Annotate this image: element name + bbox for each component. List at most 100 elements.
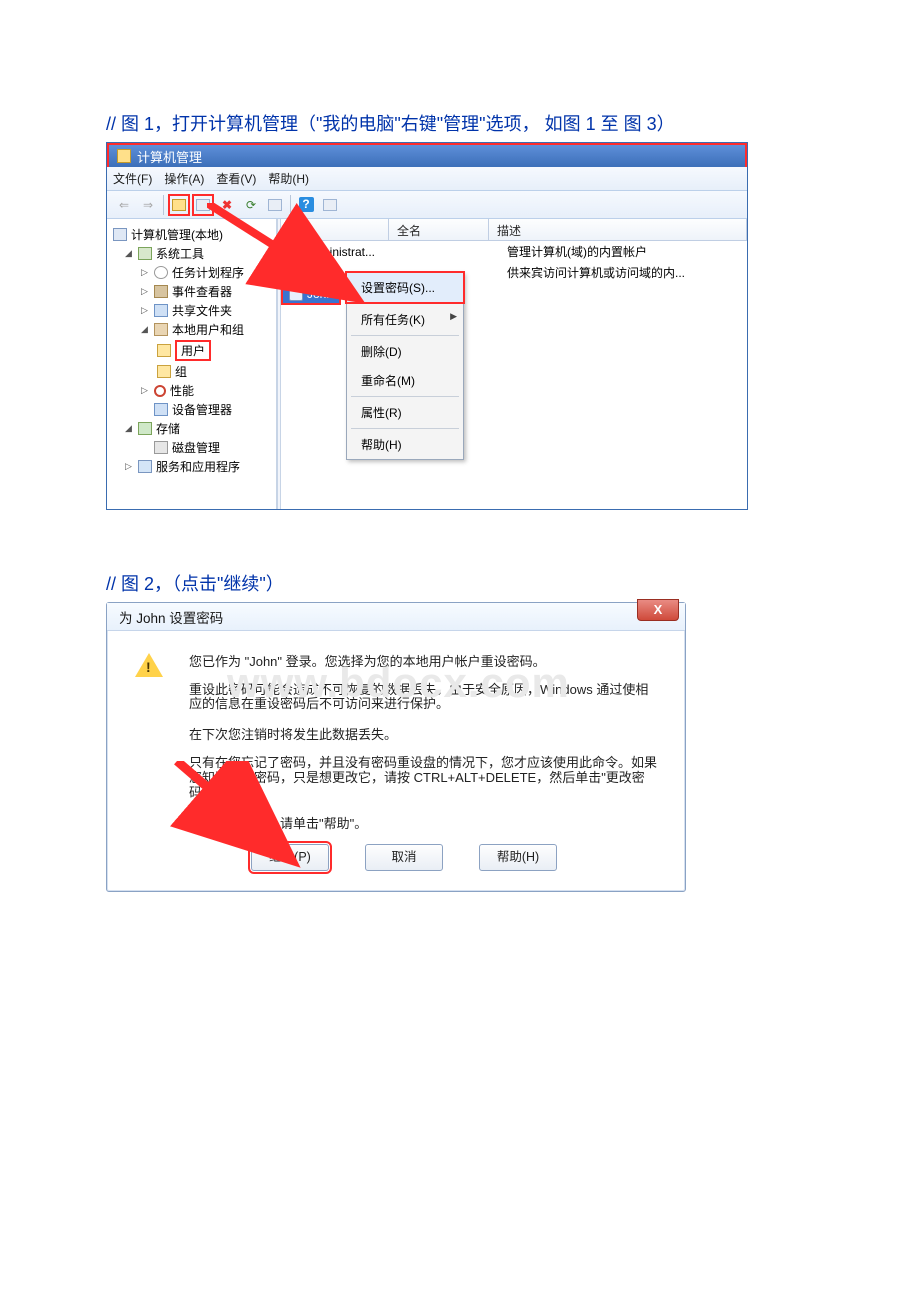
set-password-dialog: 为 John 设置密码 X www.bdocx.com 您已作为 "John" …	[106, 602, 686, 892]
header-name[interactable]: 名称	[281, 219, 389, 240]
tree-label: 系统工具	[156, 245, 204, 262]
tree-root[interactable]: 计算机管理(本地)	[111, 225, 272, 244]
device-mgr-icon	[154, 403, 168, 416]
properties-button[interactable]	[192, 194, 214, 216]
refresh-button[interactable]: ⟳	[240, 194, 262, 216]
user-icon	[287, 245, 301, 259]
tree-services-apps[interactable]: ▷ 服务和应用程序	[111, 457, 272, 476]
dialog-title-bar: 为 John 设置密码	[107, 603, 685, 631]
cell-name: John	[307, 287, 333, 301]
dialog-body: www.bdocx.com 您已作为 "John" 登录。您选择为您的本地用户帐…	[107, 631, 685, 891]
toolbar-separator	[163, 195, 164, 215]
close-button[interactable]: X	[637, 599, 679, 621]
tree-event-viewer[interactable]: ▷ 事件查看器	[111, 282, 272, 301]
context-menu: 设置密码(S)... 所有任务(K) 删除(D) 重命名(M) 属性(R) 帮助…	[346, 272, 464, 460]
back-button[interactable]	[113, 194, 135, 216]
tree-label-selected: 用户	[175, 340, 211, 361]
expander-icon: ◢	[125, 424, 134, 433]
expander-icon: ▷	[141, 287, 150, 296]
caption-fig1: // 图 1，打开计算机管理（"我的电脑"右键"管理"选项， 如图 1 至 图 …	[106, 110, 814, 136]
tree-label: 共享文件夹	[172, 302, 232, 319]
tree-local-users-groups[interactable]: ◢本地用户和组	[111, 320, 272, 339]
refresh-icon: ⟳	[246, 198, 256, 212]
help-button[interactable]: ?	[295, 194, 317, 216]
continue-button[interactable]: 继续(P)	[251, 844, 329, 871]
dialog-button-row: 继续(P) 取消 帮助(H)	[251, 844, 659, 871]
folder-icon	[157, 344, 171, 357]
tree-label: 存储	[156, 420, 180, 437]
ctx-help[interactable]: 帮助(H)	[347, 430, 463, 459]
export-icon	[268, 199, 282, 211]
properties-icon	[196, 199, 210, 211]
caption-fig2: // 图 2，（点击"继续"）	[106, 570, 814, 596]
tree-label: 设备管理器	[172, 401, 232, 418]
tree-task-scheduler[interactable]: ▷ 任务计划程序	[111, 263, 272, 282]
help-button[interactable]: 帮助(H)	[479, 844, 557, 871]
menu-separator	[351, 335, 459, 336]
menu-separator	[351, 428, 459, 429]
tree-storage[interactable]: ◢ 存储	[111, 419, 272, 438]
menu-file[interactable]: 文件(F)	[113, 170, 152, 187]
tree-system-tools[interactable]: ◢ 系统工具	[111, 244, 272, 263]
forward-button[interactable]	[137, 194, 159, 216]
up-folder-button[interactable]	[168, 194, 190, 216]
tree-disk-mgmt[interactable]: 磁盘管理	[111, 438, 272, 457]
list-row[interactable]: Administrat... 管理计算机(域)的内置帐户	[281, 241, 747, 262]
tree-device-manager[interactable]: 设备管理器	[111, 400, 272, 419]
dialog-paragraph: 在下次您注销时将发生此数据丢失。	[189, 726, 659, 744]
tree-label: 性能	[170, 382, 194, 399]
tree-performance[interactable]: ▷ 性能	[111, 381, 272, 400]
tree-users[interactable]: 用户	[111, 339, 272, 362]
panel-icon	[323, 199, 337, 211]
expander-icon: ◢	[125, 249, 134, 258]
computer-mgmt-icon	[113, 228, 127, 241]
ctx-delete[interactable]: 删除(D)	[347, 337, 463, 366]
ctx-all-tasks[interactable]: 所有任务(K)	[347, 305, 463, 334]
tree-label: 计算机管理(本地)	[131, 226, 223, 243]
nav-tree: 计算机管理(本地) ◢系统工具 ▷任务计划程序 ▷事件查看器 ▷共享文件夹 ◢本…	[107, 219, 277, 509]
toolbar-separator	[290, 195, 291, 215]
tree-label: 服务和应用程序	[156, 458, 240, 475]
menu-action[interactable]: 操作(A)	[164, 170, 204, 187]
delete-button[interactable]: ✖	[216, 194, 238, 216]
user-icon	[289, 287, 303, 301]
menu-view[interactable]: 查看(V)	[216, 170, 256, 187]
tree-groups[interactable]: 组	[111, 362, 272, 381]
header-description[interactable]: 描述	[489, 219, 747, 240]
ctx-properties[interactable]: 属性(R)	[347, 398, 463, 427]
red-x-icon: ✖	[222, 198, 232, 212]
computer-icon	[117, 149, 131, 163]
disk-icon	[154, 441, 168, 454]
menu-help[interactable]: 帮助(H)	[268, 170, 309, 187]
expander-icon: ◢	[141, 325, 150, 334]
performance-icon	[154, 385, 166, 397]
cancel-button[interactable]: 取消	[365, 844, 443, 871]
user-list: 名称 全名 描述 Administrat... 管理计算机(域)的内置帐户 Gu…	[281, 219, 747, 509]
dialog-paragraph: 只有在您忘记了密码，并且没有密码重设盘的情况下，您才应该使用此命令。如果您知道当…	[189, 756, 659, 801]
folder-up-icon	[172, 199, 186, 211]
dialog-paragraph: 有关更多信息，请单击"帮助"。	[189, 815, 659, 833]
export-button[interactable]	[264, 194, 286, 216]
dialog-title: 为 John 设置密码	[119, 607, 223, 627]
tree-shared-folders[interactable]: ▷共享文件夹	[111, 301, 272, 320]
window-title-bar: 计算机管理	[107, 143, 747, 167]
expander-icon: ▷	[125, 462, 134, 471]
watermark-text: www.bdocx.com	[227, 659, 570, 707]
list-row-selected[interactable]: John	[281, 283, 341, 305]
menu-bar: 文件(F) 操作(A) 查看(V) 帮助(H)	[107, 167, 747, 191]
expander-icon: ▷	[141, 386, 150, 395]
computer-management-window: 计算机管理 文件(F) 操作(A) 查看(V) 帮助(H) ✖ ⟳ ? 计算机管…	[106, 142, 748, 510]
window-title: 计算机管理	[137, 147, 202, 166]
tree-label: 磁盘管理	[172, 439, 220, 456]
tree-label: 事件查看器	[172, 283, 232, 300]
warning-icon	[135, 653, 163, 677]
header-fullname[interactable]: 全名	[389, 219, 489, 240]
user-icon	[287, 266, 301, 280]
event-icon	[154, 285, 168, 298]
ctx-set-password[interactable]: 设置密码(S)...	[345, 271, 465, 304]
ctx-rename[interactable]: 重命名(M)	[347, 366, 463, 395]
toolbar-extra-button[interactable]	[319, 194, 341, 216]
expander-icon: ▷	[141, 268, 150, 277]
window-body: 计算机管理(本地) ◢系统工具 ▷任务计划程序 ▷事件查看器 ▷共享文件夹 ◢本…	[107, 219, 747, 509]
tree-label: 任务计划程序	[172, 264, 244, 281]
